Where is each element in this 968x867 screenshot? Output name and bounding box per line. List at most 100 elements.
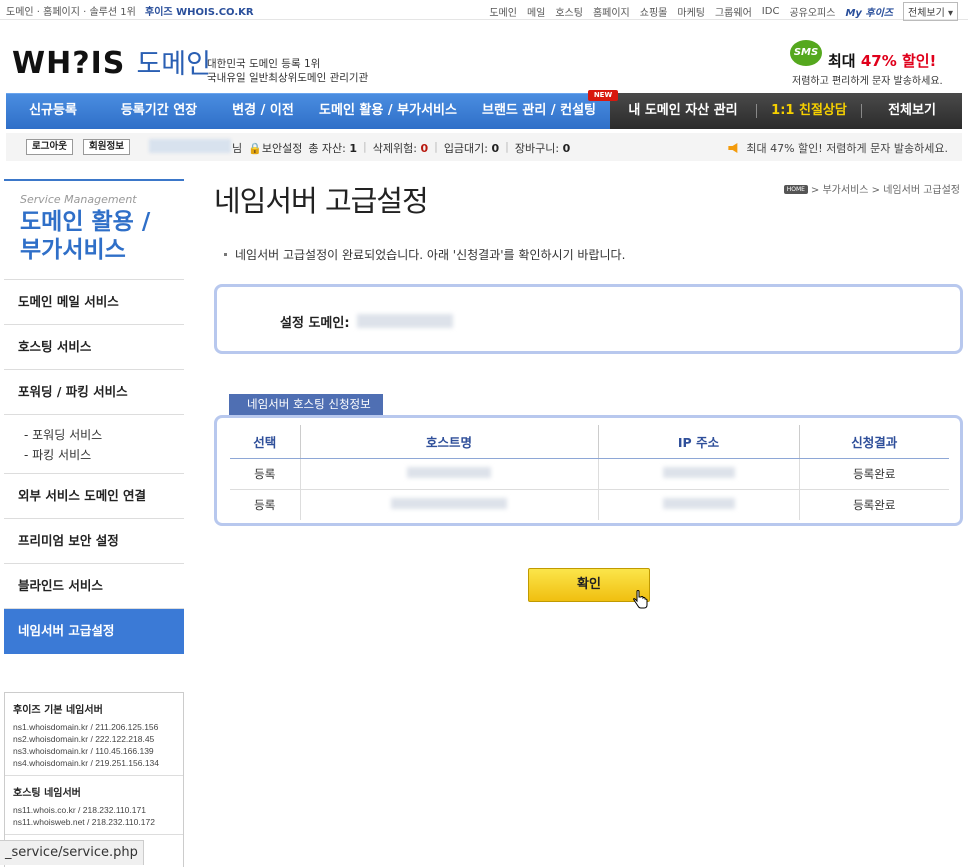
sidebar-subitem-parking[interactable]: - 파킹 서비스: [24, 445, 184, 465]
top-left: 도메인 · 홈페이지 · 솔루션 1위 후이즈 WHOIS.CO.KR: [6, 3, 254, 18]
my-whois-link[interactable]: My 후이즈: [845, 4, 893, 19]
top-link-domain[interactable]: 도메인: [489, 4, 517, 19]
sms-bubble-icon: SMS: [790, 40, 822, 66]
ns-entry: ns1.whoisdomain.kr / 211.206.125.156: [13, 722, 159, 732]
sidebar: Service Management 도메인 활용 / 부가서비스 도메인 메일…: [4, 179, 184, 654]
stat-divider: |: [505, 140, 509, 153]
ns-entry: ns11.whoisweb.net / 218.232.110.172: [13, 817, 155, 827]
top-link-hosting[interactable]: 호스팅: [555, 4, 583, 19]
ns-section-hosting: 호스팅 네임서버 ns11.whois.co.kr / 218.232.110.…: [5, 776, 183, 835]
table-header-row: 선택 호스트명 IP 주소 신청결과: [230, 425, 949, 459]
stat-payment-pending[interactable]: 입금대기: 0: [444, 140, 499, 156]
logo-wordmark: WH?IS: [12, 46, 126, 81]
top-link-idc[interactable]: IDC: [762, 6, 780, 17]
top-link-mail[interactable]: 메일: [527, 4, 545, 19]
view-all-dropdown[interactable]: 전체보기 ▾: [903, 2, 958, 21]
nav-new-registration[interactable]: 신규등록: [6, 94, 100, 129]
sidebar-item-hosting[interactable]: 호스팅 서비스: [4, 325, 184, 370]
sidebar-item-forwarding[interactable]: 포워딩 / 파킹 서비스: [4, 370, 184, 415]
top-link-office[interactable]: 공유오피스: [789, 4, 835, 19]
top-link-marketing[interactable]: 마케팅: [677, 4, 705, 19]
domain-info-box: 설정 도메인:: [214, 284, 963, 354]
sidebar-item-external-connect[interactable]: 외부 서비스 도메인 연결: [4, 474, 184, 519]
sidebar-item-nameserver-advanced[interactable]: 네임서버 고급설정: [4, 609, 184, 654]
col-header-ip: IP 주소: [598, 425, 800, 459]
nav-consult[interactable]: 1:1 친절상담: [757, 93, 861, 129]
tagline-line-1: 대한민국 도메인 등록 1위: [207, 58, 321, 70]
member-info-button[interactable]: 회원정보: [83, 139, 130, 155]
top-slogan: 도메인 · 홈페이지 · 솔루션 1위: [6, 7, 136, 18]
completion-message: 네임서버 고급설정이 완료되었습니다. 아래 '신청결과'를 확인하시기 바랍니…: [224, 246, 625, 263]
username-redacted: [149, 139, 231, 153]
ns-section-title: 호스팅 네임서버: [13, 788, 81, 799]
sms-promo-banner[interactable]: SMS 최대 47% 할인! 저렴하고 편리하게 문자 발송하세요.: [790, 40, 965, 90]
hand-cursor-icon: [633, 590, 648, 609]
sms-notice[interactable]: 최대 47% 할인! 저렴하게 문자 발송하세요.: [728, 140, 948, 156]
ns-entry: ns4.whoisdomain.kr / 219.251.156.134: [13, 758, 160, 768]
nav-domain-services[interactable]: 도메인 활용 / 부가서비스: [308, 94, 468, 129]
sidebar-header-title: 도메인 활용 / 부가서비스: [20, 209, 151, 263]
top-link-groupware[interactable]: 그룹웨어: [715, 4, 752, 19]
ns-section-default: 후이즈 기본 네임서버 ns1.whoisdomain.kr / 211.206…: [5, 693, 183, 776]
account-status-bar: 로그아웃 회원정보 님 🔒보안설정 총 자산: 1 | 삭제위험: 0 | 입금…: [6, 133, 962, 161]
sms-headline-discount: 47% 할인!: [860, 52, 937, 70]
breadcrumb-path: > 부가서비스 > 네임서버 고급설정: [810, 185, 960, 196]
nav-transfer[interactable]: 변경 / 이전: [218, 94, 308, 129]
sidebar-item-blind[interactable]: 블라인드 서비스: [4, 564, 184, 609]
sms-headline-prefix: 최대: [828, 52, 861, 70]
sidebar-item-premium-security[interactable]: 프리미엄 보안 설정: [4, 519, 184, 564]
cell-result: 등록완료: [853, 497, 896, 512]
stat-cart[interactable]: 장바구니: 0: [515, 140, 570, 156]
domain-value-redacted: [357, 314, 453, 328]
ns-entry: ns2.whoisdomain.kr / 222.122.218.45: [13, 734, 155, 744]
hosting-result-table: 선택 호스트명 IP 주소 신청결과 등록 등록완료 등록 등록완료: [230, 425, 949, 520]
home-icon[interactable]: HOME: [783, 185, 808, 194]
sms-headline: 최대 47% 할인!: [828, 50, 936, 71]
sidebar-subitems: - 포워딩 서비스 - 파킹 서비스: [4, 415, 184, 474]
col-header-hostname: 호스트명: [300, 425, 599, 459]
stat-delete-risk[interactable]: 삭제위험: 0: [373, 140, 428, 156]
breadcrumb: HOME > 부가서비스 > 네임서버 고급설정: [783, 181, 960, 196]
status-bar-url: _service/service.php: [0, 840, 144, 865]
security-settings-link[interactable]: 🔒보안설정: [248, 140, 302, 156]
page-title: 네임서버 고급설정: [214, 184, 429, 218]
cell-result: 등록완료: [799, 458, 949, 490]
stat-divider: |: [434, 140, 438, 153]
top-utility-bar: 도메인 · 홈페이지 · 솔루션 1위 후이즈 WHOIS.CO.KR 도메인 …: [0, 0, 968, 21]
stat-total-assets[interactable]: 총 자산: 1: [308, 140, 357, 156]
bullet-icon: [224, 253, 227, 256]
sidebar-header: Service Management 도메인 활용 / 부가서비스: [4, 179, 184, 280]
top-links: 도메인 메일 호스팅 홈페이지 쇼핑몰 마케팅 그룹웨어 IDC 공유오피스 M…: [489, 2, 958, 21]
lock-icon: 🔒: [248, 142, 262, 155]
main-nav-services: 신규등록 등록기간 연장 변경 / 이전 도메인 활용 / 부가서비스 브랜드 …: [6, 93, 610, 129]
speaker-icon: [728, 143, 738, 153]
brand-link[interactable]: 후이즈 WHOIS.CO.KR: [145, 7, 254, 18]
domain-label: 설정 도메인:: [280, 316, 350, 331]
top-link-shopping[interactable]: 쇼핑몰: [640, 4, 668, 19]
cell-action: 등록: [230, 489, 301, 520]
tagline-line-2: 국내유일 일반최상위도메인 관리기관: [207, 72, 369, 84]
nav-renewal[interactable]: 등록기간 연장: [100, 94, 218, 129]
cell-ip-redacted: [598, 489, 800, 520]
sidebar-item-mail[interactable]: 도메인 메일 서비스: [4, 280, 184, 325]
top-link-homepage[interactable]: 홈페이지: [593, 4, 630, 19]
cell-action: 등록: [230, 458, 301, 490]
cell-hostname-redacted: [300, 458, 599, 490]
header-tagline: 대한민국 도메인 등록 1위 국내유일 일반최상위도메인 관리기관: [207, 57, 368, 85]
user-suffix: 님: [232, 142, 243, 155]
site-logo[interactable]: WH?IS 도메인: [12, 42, 211, 81]
nav-my-assets[interactable]: 내 도메인 자산 관리: [610, 93, 756, 129]
logout-button[interactable]: 로그아웃: [26, 139, 73, 155]
stat-divider: |: [363, 140, 367, 153]
sidebar-subitem-forwarding[interactable]: - 포워딩 서비스: [24, 425, 184, 445]
ns-section-title: 후이즈 기본 네임서버: [13, 705, 103, 716]
hosting-result-box: 선택 호스트명 IP 주소 신청결과 등록 등록완료 등록 등록완료: [214, 415, 963, 526]
main-nav: 신규등록 등록기간 연장 변경 / 이전 도메인 활용 / 부가서비스 브랜드 …: [6, 93, 962, 129]
nav-view-all[interactable]: 전체보기: [862, 93, 962, 129]
table-row: 등록 등록완료: [230, 458, 949, 490]
logo-domain-text: 도메인: [136, 49, 211, 80]
ns-entry: ns11.whois.co.kr / 218.232.110.171: [13, 805, 146, 815]
table-row: 등록 등록완료: [230, 489, 949, 520]
cell-hostname-redacted: [300, 489, 599, 520]
new-badge: NEW: [588, 90, 618, 101]
